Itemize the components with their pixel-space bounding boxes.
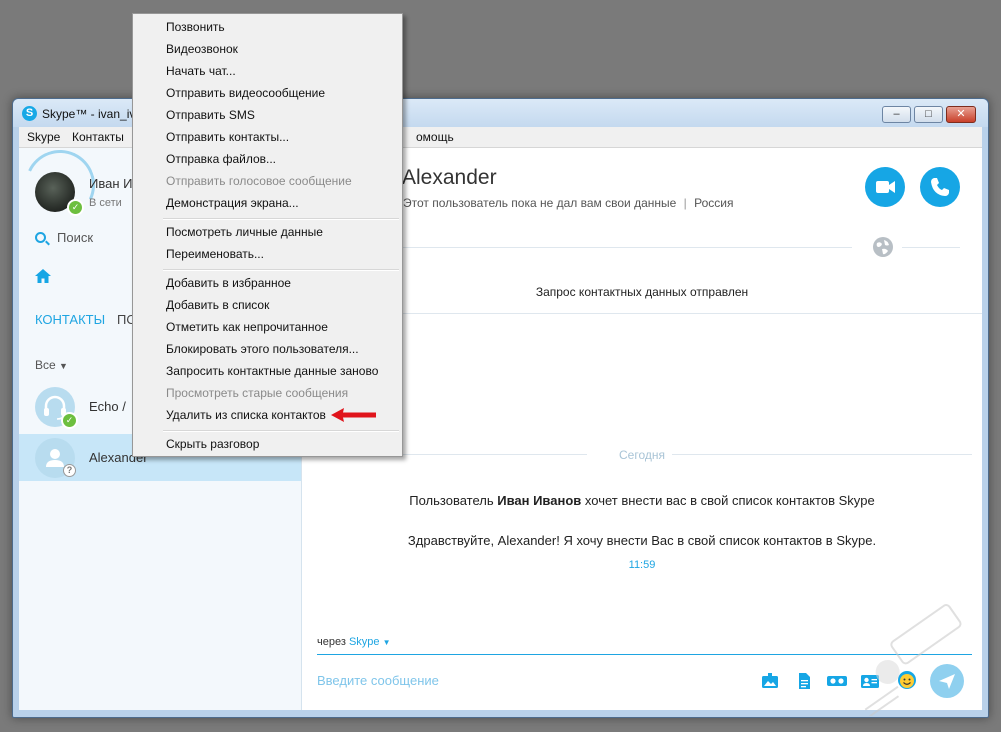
menu-item-send-files[interactable]: Отправка файлов... (166, 152, 276, 172)
menu-item-send-sms[interactable]: Отправить SMS (166, 108, 255, 128)
menu-item-hide-conversation[interactable]: Скрыть разговор (166, 437, 259, 457)
close-button[interactable]: ✕ (946, 106, 976, 123)
greeting-message: Здравствуйте, Alexander! Я хочу внести В… (407, 533, 877, 548)
system-message: Пользователь Иван Иванов хочет внести ва… (302, 493, 982, 508)
via-service: Skype (348, 636, 380, 648)
menu-item-send-contacts[interactable]: Отправить контакты... (166, 130, 289, 150)
system-message-user: Иван Иванов (497, 493, 582, 508)
send-image-icon[interactable] (761, 672, 779, 690)
tab-contacts[interactable]: КОНТАКТЫ (35, 312, 105, 327)
header-divider (402, 247, 852, 248)
video-camera-icon (876, 181, 895, 193)
watermark-logo (864, 604, 962, 716)
filter-label: Все (35, 358, 56, 372)
menu-item-video-call[interactable]: Видеозвонок (166, 42, 238, 62)
contact-profile-note: Этот пользователь пока не дал вам свои д… (403, 196, 677, 210)
menu-contacts[interactable]: Контакты (72, 130, 124, 144)
online-status-icon: ✓ (61, 412, 78, 429)
red-arrow-icon (331, 408, 376, 422)
contact-country: Россия (694, 196, 734, 210)
date-line-right (672, 454, 972, 455)
menu-item-rename[interactable]: Переименовать... (166, 247, 264, 267)
message-input[interactable] (317, 673, 717, 688)
system-message-suffix: хочет внести вас в свой список контактов… (581, 493, 875, 508)
menu-item-mark-unread[interactable]: Отметить как непрочитанное (166, 320, 328, 340)
request-divider (302, 313, 982, 314)
system-message-prefix: Пользователь (409, 493, 498, 508)
profile-name[interactable]: Иван И (89, 176, 132, 191)
unknown-status-icon: ? (63, 464, 76, 477)
menu-item-request-details[interactable]: Запросить контактные данные заново (166, 364, 378, 384)
menu-separator (163, 269, 399, 271)
menu-item-send-voice-message: Отправить голосовое сообщение (166, 174, 352, 188)
menu-item-remove-contact[interactable]: Удалить из списка контактов (166, 408, 326, 428)
search-icon (35, 232, 46, 243)
video-call-button[interactable] (865, 167, 905, 207)
menu-help[interactable]: омощь (416, 130, 454, 144)
contact-name: Echo / (89, 399, 126, 414)
chevron-down-icon: ▼ (59, 361, 68, 371)
minimize-button[interactable]: – (882, 106, 911, 123)
contact-request-note: Запрос контактных данных отправлен (535, 285, 749, 299)
profile-status[interactable]: В сети (89, 197, 122, 209)
via-label: через (317, 636, 346, 648)
phone-icon (931, 178, 949, 196)
audio-call-button[interactable] (920, 167, 960, 207)
menu-item-start-chat[interactable]: Начать чат... (166, 64, 236, 84)
menu-separator (163, 218, 399, 220)
contact-subtitle: Этот пользователь пока не дал вам свои д… (403, 196, 734, 210)
window-title: Skype™ - ivan_iva (42, 107, 143, 121)
send-file-icon[interactable] (795, 672, 813, 690)
contacts-filter[interactable]: Все ▼ (35, 358, 68, 372)
header-divider-right (902, 247, 960, 248)
menu-item-call[interactable]: Позвонить (166, 20, 225, 40)
menu-item-add-to-list[interactable]: Добавить в список (166, 298, 269, 318)
subtitle-separator: | (683, 196, 687, 210)
menu-item-screen-share[interactable]: Демонстрация экрана... (166, 196, 299, 216)
menu-item-block-user[interactable]: Блокировать этого пользователя... (166, 342, 359, 362)
menu-item-add-favorites[interactable]: Добавить в избранное (166, 276, 291, 296)
menu-item-view-profile[interactable]: Посмотреть личные данные (166, 225, 323, 245)
online-status-icon: ✓ (67, 199, 84, 216)
menu-separator (163, 430, 399, 432)
chevron-down-icon: ▼ (382, 638, 391, 647)
via-selector[interactable]: через Skype ▼ (317, 636, 391, 648)
menu-item-send-video-message[interactable]: Отправить видеосообщение (166, 86, 325, 106)
home-icon[interactable] (34, 268, 52, 284)
conversation-contact-name[interactable]: Alexander (402, 166, 497, 190)
message-timestamp: 11:59 (628, 559, 656, 571)
menu-skype[interactable]: Skype (27, 130, 60, 144)
skype-logo-icon: S (22, 106, 37, 121)
maximize-button[interactable]: □ (914, 106, 943, 123)
menu-item-view-old-messages: Просмотреть старые сообщения (166, 386, 349, 400)
date-separator: Сегодня (619, 448, 665, 462)
globe-icon (873, 237, 893, 257)
contact-context-menu: Позвонить Видеозвонок Начать чат... Отпр… (132, 13, 403, 457)
